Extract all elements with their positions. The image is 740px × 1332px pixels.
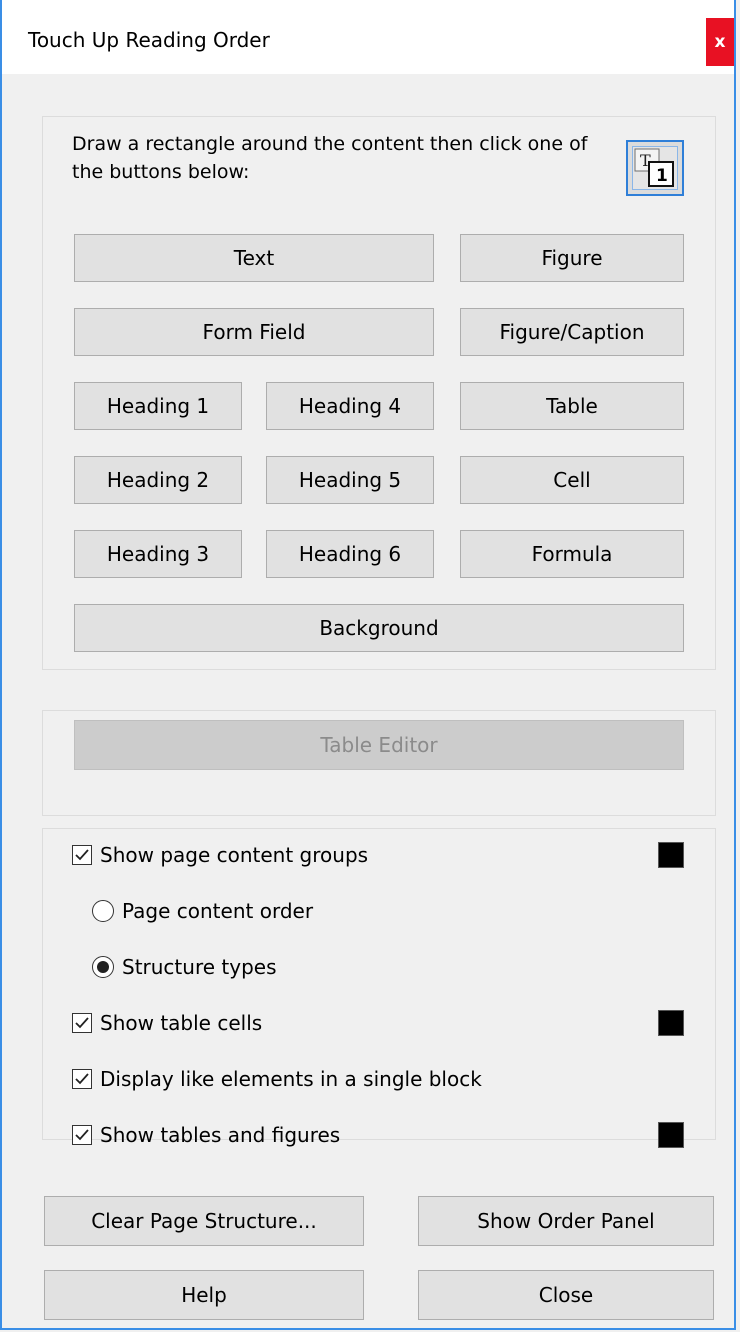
show-order-panel-button[interactable]: Show Order Panel xyxy=(418,1196,714,1246)
groups-color-swatch[interactable] xyxy=(658,842,684,868)
form-field-button[interactable]: Form Field xyxy=(74,308,434,356)
background-button[interactable]: Background xyxy=(74,604,684,652)
close-window-button[interactable]: x xyxy=(706,18,734,66)
show-tables-figures-checkbox[interactable]: Show tables and figures xyxy=(72,1120,340,1150)
show-page-content-groups-label: Show page content groups xyxy=(100,843,369,867)
radio-selected-icon xyxy=(92,956,114,978)
display-like-elements-label: Display like elements in a single block xyxy=(100,1067,482,1091)
checkbox-checked-icon xyxy=(72,1013,92,1033)
page-content-order-label: Page content order xyxy=(122,899,314,923)
page-content-order-radio[interactable]: Page content order xyxy=(92,896,313,926)
figure-caption-button[interactable]: Figure/Caption xyxy=(460,308,684,356)
table-button[interactable]: Table xyxy=(460,382,684,430)
table-cells-color-swatch[interactable] xyxy=(658,1010,684,1036)
tables-figures-color-swatch[interactable] xyxy=(658,1122,684,1148)
tag-order-icon: T 1 xyxy=(634,148,674,187)
show-table-cells-label: Show table cells xyxy=(100,1011,263,1035)
cell-button[interactable]: Cell xyxy=(460,456,684,504)
heading-6-button[interactable]: Heading 6 xyxy=(266,530,434,578)
checkbox-checked-icon xyxy=(72,1069,92,1089)
heading-2-button[interactable]: Heading 2 xyxy=(74,456,242,504)
radio-unselected-icon xyxy=(92,900,114,922)
show-page-content-groups-checkbox[interactable]: Show page content groups xyxy=(72,840,368,870)
touch-up-reading-order-dialog: Touch Up Reading Order x Draw a rectangl… xyxy=(0,0,736,1330)
structure-types-label: Structure types xyxy=(122,955,277,979)
heading-3-button[interactable]: Heading 3 xyxy=(74,530,242,578)
formula-button[interactable]: Formula xyxy=(460,530,684,578)
close-button[interactable]: Close xyxy=(418,1270,714,1320)
title-bar: Touch Up Reading Order x xyxy=(2,0,734,74)
help-button[interactable]: Help xyxy=(44,1270,364,1320)
checkbox-checked-icon xyxy=(72,1125,92,1145)
svg-text:1: 1 xyxy=(656,166,668,186)
table-editor-button[interactable]: Table Editor xyxy=(74,720,684,770)
show-table-cells-checkbox[interactable]: Show table cells xyxy=(72,1008,262,1038)
window-title: Touch Up Reading Order xyxy=(28,28,270,52)
heading-5-button[interactable]: Heading 5 xyxy=(266,456,434,504)
display-like-elements-checkbox[interactable]: Display like elements in a single block xyxy=(72,1064,482,1094)
checkbox-checked-icon xyxy=(72,845,92,865)
clear-page-structure-button[interactable]: Clear Page Structure... xyxy=(44,1196,364,1246)
show-tables-figures-label: Show tables and figures xyxy=(100,1123,341,1147)
text-button[interactable]: Text xyxy=(74,234,434,282)
structure-types-radio[interactable]: Structure types xyxy=(92,952,277,982)
heading-4-button[interactable]: Heading 4 xyxy=(266,382,434,430)
heading-1-button[interactable]: Heading 1 xyxy=(74,382,242,430)
figure-button[interactable]: Figure xyxy=(460,234,684,282)
touch-up-order-icon[interactable]: T 1 xyxy=(626,140,684,196)
instructions-text: Draw a rectangle around the content then… xyxy=(72,133,588,183)
